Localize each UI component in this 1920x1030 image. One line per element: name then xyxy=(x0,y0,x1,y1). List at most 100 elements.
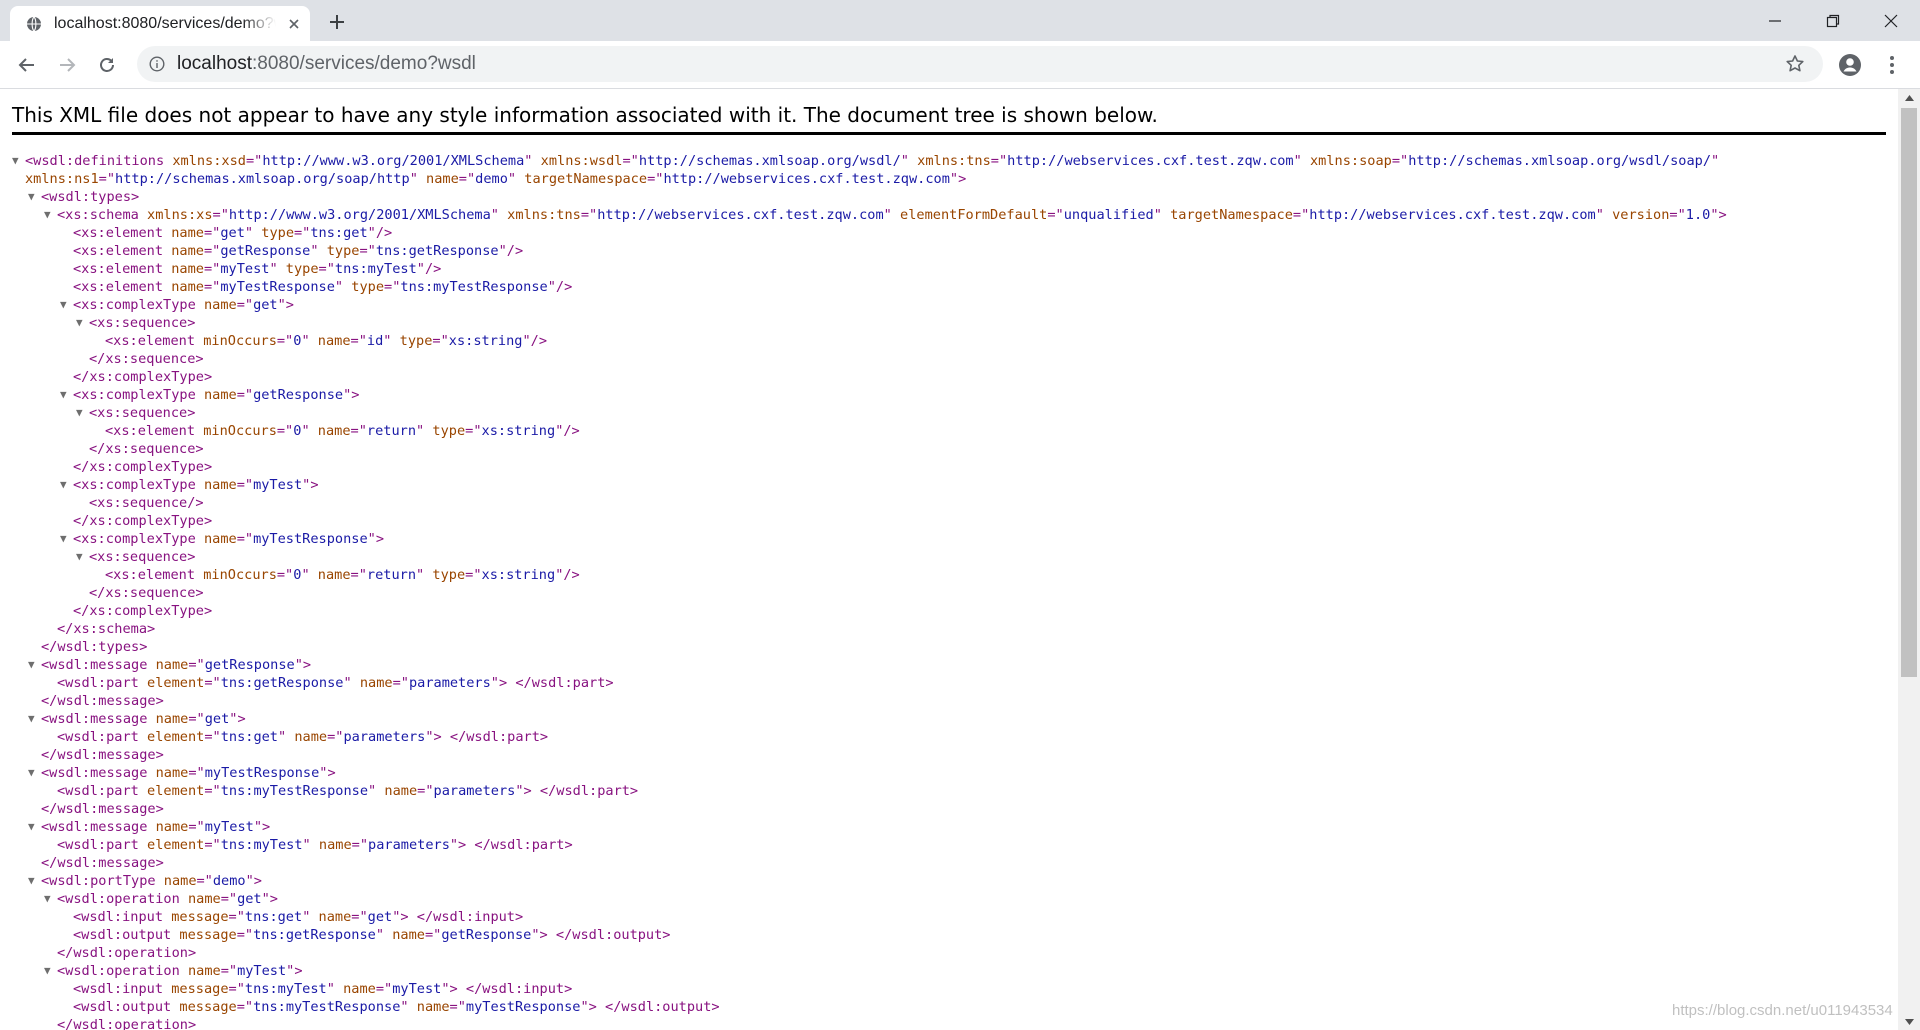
collapse-triangle-icon[interactable]: ▼ xyxy=(60,386,72,404)
xml-line-text: <xs:complexType name="getResponse"> xyxy=(73,386,359,404)
xml-tag-text: =" xyxy=(580,207,598,223)
xml-attr-value: demo xyxy=(475,171,508,187)
xml-tag-text: "/> xyxy=(547,279,573,295)
xml-attr-value: demo xyxy=(212,873,246,889)
url-text[interactable]: localhost:8080/services/demo?wsdl xyxy=(177,46,476,82)
xml-tag-text: " xyxy=(400,999,409,1015)
xml-line-text: xmlns:ns1="http://schemas.xmlsoap.org/so… xyxy=(25,170,966,188)
xml-attr-value: http://webservices.cxf.test.zqw.com xyxy=(1007,153,1294,169)
xml-attr-name: xmlns:soap xyxy=(1301,153,1392,169)
xml-line: <xs:element name="get" type="tns:get"/> xyxy=(0,224,1898,242)
xml-line-text: <wsdl:part element="tns:getResponse" nam… xyxy=(57,674,614,692)
xml-line-text: </xs:schema> xyxy=(57,620,155,638)
xml-attr-name: name xyxy=(147,765,189,781)
plus-icon[interactable] xyxy=(325,10,349,34)
star-icon[interactable] xyxy=(1785,54,1805,74)
xml-attr-value: getResponse xyxy=(220,243,311,259)
xml-tag-text: =" xyxy=(375,981,393,997)
xml-line: <wsdl:part element="tns:myTest" name="pa… xyxy=(0,836,1898,854)
xml-tag-text: " xyxy=(375,927,385,943)
xml-tag-text: <xs:complexType xyxy=(73,531,196,547)
restore-button[interactable] xyxy=(1804,0,1862,41)
xml-tag-text: <xs:element xyxy=(105,333,196,349)
collapse-triangle-icon[interactable]: ▼ xyxy=(28,710,40,728)
url-path: :8080/services/demo?wsdl xyxy=(252,53,476,74)
minimize-button[interactable] xyxy=(1746,0,1804,41)
collapse-triangle-icon[interactable]: ▼ xyxy=(28,764,40,782)
collapse-triangle-icon[interactable]: ▼ xyxy=(60,530,72,548)
xml-tag-text: <wsdl:part xyxy=(57,729,139,745)
collapse-triangle-icon[interactable]: ▼ xyxy=(28,188,40,206)
xml-tag-text: =" xyxy=(203,243,221,259)
collapse-triangle-icon[interactable]: ▼ xyxy=(44,962,56,980)
browser-tab[interactable]: localhost:8080/services/demo?wsdl xyxy=(10,6,310,41)
xml-line: <wsdl:output message="tns:getResponse" n… xyxy=(0,926,1898,944)
xml-line: ▼ <wsdl:message name="myTestResponse"> xyxy=(0,764,1898,782)
xml-tag-text: =" xyxy=(647,171,664,187)
xml-tag-text: =" xyxy=(188,765,205,781)
xml-line: ▼ <xs:sequence> xyxy=(0,548,1898,566)
xml-tag-text: <wsdl:portType xyxy=(41,873,156,889)
xml-tag-text: =" xyxy=(204,783,221,799)
xml-attr-name: xmlns:tns xyxy=(908,153,991,169)
address-bar[interactable]: localhost:8080/services/demo?wsdl xyxy=(137,46,1823,82)
window-close-button[interactable] xyxy=(1862,0,1920,41)
xml-tag-text: "> xyxy=(261,891,278,907)
xml-tag-text: =" xyxy=(1292,207,1310,223)
collapse-triangle-icon[interactable]: ▼ xyxy=(76,404,88,422)
account-icon[interactable] xyxy=(1838,53,1862,77)
xml-tag-text: <xs:element xyxy=(105,567,196,583)
reload-button[interactable] xyxy=(92,50,122,80)
xml-attr-value: tns:myTest xyxy=(334,261,417,277)
xml-tag-text: <xs:complexType xyxy=(73,387,196,403)
xml-tag-text: " xyxy=(883,207,892,223)
xml-tag-text: =" xyxy=(236,387,254,403)
xml-attr-name: element xyxy=(138,729,205,745)
scrollbar-thumb[interactable] xyxy=(1901,108,1917,677)
collapse-triangle-icon[interactable]: ▼ xyxy=(28,872,40,890)
xml-line-text: </xs:sequence> xyxy=(89,584,204,602)
xml-line-text: <xs:element name="myTest" type="tns:myTe… xyxy=(73,260,441,278)
collapse-triangle-icon[interactable]: ▼ xyxy=(28,656,40,674)
collapse-triangle-icon[interactable]: ▼ xyxy=(12,152,24,170)
xml-tag-text: =" xyxy=(196,873,213,889)
xml-tag-text: "/> xyxy=(416,261,442,277)
xml-tag-text: <wsdl:message xyxy=(41,819,148,835)
back-button[interactable] xyxy=(12,50,42,80)
kebab-menu-icon[interactable] xyxy=(1880,53,1904,77)
info-icon[interactable] xyxy=(149,56,165,72)
collapse-triangle-icon[interactable]: ▼ xyxy=(60,476,72,494)
vertical-scrollbar[interactable] xyxy=(1898,89,1920,1030)
xml-line-text: <wsdl:operation name="get"> xyxy=(57,890,278,908)
forward-button[interactable] xyxy=(52,50,82,80)
xml-attr-value: tns:get xyxy=(244,909,303,925)
xml-tag-text: =" xyxy=(1669,207,1686,223)
xml-attr-value: xs:string xyxy=(448,333,523,349)
collapse-triangle-icon[interactable]: ▼ xyxy=(28,818,40,836)
collapse-triangle-icon[interactable]: ▼ xyxy=(60,296,72,314)
xml-attr-value: parameters xyxy=(368,837,450,853)
xml-attr-value: http://www.w3.org/2001/XMLSchema xyxy=(228,207,491,223)
xml-attr-name: elementFormDefault xyxy=(891,207,1048,223)
xml-tag-text: </xs:complexType> xyxy=(73,459,213,475)
xml-tag-text: <wsdl:message xyxy=(41,657,148,673)
xml-line-text: </wsdl:message> xyxy=(41,800,164,818)
scroll-down-button[interactable] xyxy=(1898,1013,1920,1030)
xml-line: <wsdl:input message="tns:get" name="get"… xyxy=(0,908,1898,926)
scroll-up-button[interactable] xyxy=(1898,89,1920,106)
xml-attr-name: name xyxy=(286,729,328,745)
xml-attr-value: myTestResponse xyxy=(465,999,581,1015)
collapse-triangle-icon[interactable]: ▼ xyxy=(76,548,88,566)
xml-tag-text: <xs:element xyxy=(73,243,164,259)
xml-tag-text: =" xyxy=(204,837,221,853)
collapse-triangle-icon[interactable]: ▼ xyxy=(44,890,56,908)
collapse-triangle-icon[interactable]: ▼ xyxy=(76,314,88,332)
xml-attr-name: targetNamespace xyxy=(1161,207,1293,223)
collapse-triangle-icon[interactable]: ▼ xyxy=(44,206,56,224)
close-icon[interactable] xyxy=(286,16,302,32)
xml-attr-value: http://schemas.xmlsoap.org/wsdl/soap/ xyxy=(1408,153,1712,169)
xml-attr-value: tns:getResponse xyxy=(253,927,376,943)
xml-attr-value: xs:string xyxy=(481,423,556,439)
xml-attr-name: name xyxy=(163,243,204,259)
xml-tag-text: <xs:sequence> xyxy=(89,549,196,565)
